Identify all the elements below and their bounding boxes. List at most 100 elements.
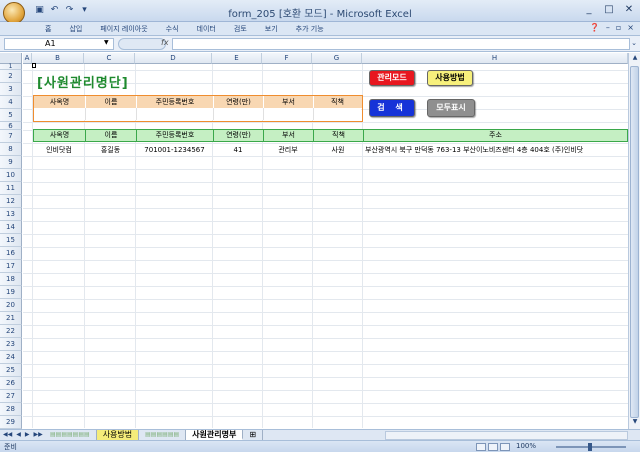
search-input-cell[interactable] — [137, 108, 214, 120]
column-header[interactable]: H — [362, 53, 628, 64]
row-header[interactable]: 21 — [0, 312, 22, 325]
row-header[interactable]: 3 — [0, 83, 22, 96]
row-header[interactable]: 16 — [0, 247, 22, 260]
row-header[interactable]: 22 — [0, 325, 22, 338]
last-sheet-icon[interactable]: ▶▶ — [33, 431, 42, 438]
row-header[interactable]: 8 — [0, 143, 22, 156]
table-cell[interactable]: 41 — [213, 144, 263, 156]
column-header[interactable]: E — [212, 53, 262, 64]
row-header[interactable]: 19 — [0, 286, 22, 299]
close-icon[interactable]: × — [627, 23, 634, 32]
search-input-cell[interactable] — [264, 108, 314, 120]
page-layout-view-icon[interactable] — [488, 443, 498, 451]
column-header[interactable]: A — [23, 53, 32, 64]
active-cell-a1[interactable] — [32, 63, 36, 68]
fx-icon[interactable]: fx — [161, 38, 169, 47]
row-header[interactable]: 26 — [0, 377, 22, 390]
row-header[interactable]: 11 — [0, 182, 22, 195]
horizontal-scrollbar[interactable] — [385, 431, 628, 440]
minimize-ribbon-icon[interactable]: – — [606, 23, 610, 32]
row-header[interactable]: 9 — [0, 156, 22, 169]
row-header[interactable]: 17 — [0, 260, 22, 273]
maximize-window-button[interactable]: □ — [604, 4, 614, 15]
scroll-thumb[interactable] — [630, 66, 639, 418]
column-header[interactable]: F — [262, 53, 312, 64]
tab-view[interactable]: 보기 — [256, 24, 287, 34]
row-header[interactable]: 18 — [0, 273, 22, 286]
search-input-cell[interactable] — [314, 108, 361, 120]
table-cell[interactable]: 관리부 — [263, 144, 313, 156]
row-header[interactable]: 13 — [0, 208, 22, 221]
next-sheet-icon[interactable]: ▶ — [25, 431, 30, 438]
tab-data[interactable]: 데이터 — [188, 24, 225, 34]
table-cell[interactable]: 사원 — [313, 144, 363, 156]
row-header[interactable]: 24 — [0, 351, 22, 364]
name-box[interactable]: A1 — [4, 38, 114, 50]
expand-formula-icon[interactable]: ⌄ — [631, 39, 637, 47]
show-all-button[interactable]: 모두표시 — [427, 99, 475, 117]
table-cell[interactable]: 701001-1234567 — [136, 144, 213, 156]
normal-view-icon[interactable] — [476, 443, 486, 451]
row-header[interactable]: 5 — [0, 109, 22, 122]
row-header[interactable]: 25 — [0, 364, 22, 377]
search-button[interactable]: 검 색 — [369, 99, 415, 117]
page-break-view-icon[interactable] — [500, 443, 510, 451]
admin-mode-button[interactable]: 관리모드 — [369, 70, 415, 86]
table-cell[interactable]: 홍길동 — [85, 144, 136, 156]
search-input-cell[interactable] — [214, 108, 264, 120]
table-cell[interactable]: 부산광역시 북구 만덕동 763-13 부산이노비즈센터 4층 404호 (주)… — [363, 144, 628, 156]
prev-sheet-icon[interactable]: ◀ — [16, 431, 21, 438]
usage-button[interactable]: 사용방법 — [427, 70, 473, 86]
column-header[interactable]: B — [32, 53, 84, 64]
list-header-cell: 직책 — [314, 130, 364, 141]
help-icon[interactable]: ❓ — [590, 23, 600, 32]
close-window-button[interactable]: ✕ — [624, 4, 634, 15]
list-header-cell: 부서 — [264, 130, 314, 141]
tab-insert[interactable]: 삽입 — [60, 24, 91, 34]
row-header[interactable]: 6 — [0, 122, 22, 130]
column-header[interactable]: D — [135, 53, 212, 64]
row-header[interactable]: 2 — [0, 70, 22, 83]
search-input-cell[interactable] — [34, 108, 86, 120]
minimize-window-button[interactable]: _ — [584, 4, 594, 15]
row-header[interactable]: 10 — [0, 169, 22, 182]
row-header[interactable]: 14 — [0, 221, 22, 234]
row-header[interactable]: 23 — [0, 338, 22, 351]
search-header-cell: 부서 — [264, 96, 314, 108]
tab-formulas[interactable]: 수식 — [157, 24, 188, 34]
zoom-slider-thumb[interactable] — [588, 443, 592, 451]
vertical-scrollbar[interactable]: ▲ ▼ — [628, 53, 640, 429]
sheet-tab-usage[interactable]: 사용방법 — [96, 430, 140, 440]
row-header[interactable]: 27 — [0, 390, 22, 403]
sheet-tab-employee-list[interactable]: 사원관리명부 — [186, 430, 244, 440]
chevron-down-icon[interactable]: ▼ — [104, 39, 109, 46]
formula-zoom-control[interactable] — [118, 38, 166, 50]
row-header[interactable]: 20 — [0, 299, 22, 312]
column-header[interactable]: G — [312, 53, 362, 64]
scroll-down-icon[interactable]: ▼ — [630, 418, 640, 428]
insert-sheet-icon[interactable]: ⊞ — [243, 430, 264, 440]
tab-review[interactable]: 검토 — [225, 24, 256, 34]
scroll-up-icon[interactable]: ▲ — [630, 54, 640, 64]
restore-icon[interactable]: ▫ — [616, 23, 621, 32]
table-cell[interactable]: 인비닷컴 — [33, 144, 85, 156]
tab-home[interactable]: 홈 — [36, 24, 60, 34]
row-header[interactable]: 7 — [0, 130, 22, 143]
worksheet-grid[interactable]: [사원관리명단] 관리모드 사용방법 검 색 모두표시 사옥명 이름 주민등록번… — [23, 64, 628, 428]
tab-add-ins[interactable]: 추가 기능 — [287, 24, 333, 34]
formula-input[interactable] — [172, 38, 630, 50]
row-header[interactable]: 29 — [0, 416, 22, 429]
row-header[interactable]: 28 — [0, 403, 22, 416]
row-header[interactable]: 4 — [0, 96, 22, 109]
tab-page-layout[interactable]: 페이지 레이아웃 — [91, 24, 156, 34]
first-sheet-icon[interactable]: ◀◀ — [3, 431, 12, 438]
sheet-tab-hidden-preview[interactable]: ▤▤▤▤▤▤ — [139, 430, 187, 440]
row-header[interactable]: 15 — [0, 234, 22, 247]
zoom-level[interactable]: 100% — [516, 442, 536, 450]
column-header[interactable]: C — [84, 53, 135, 64]
sheet-tab-hidden-preview[interactable]: ▤▤▤▤▤▤▤ — [44, 430, 97, 440]
row-header[interactable]: 12 — [0, 195, 22, 208]
table-row[interactable]: 인비닷컴 홍길동 701001-1234567 41 관리부 사원 부산광역시 … — [33, 144, 628, 156]
search-input-cell[interactable] — [86, 108, 137, 120]
ribbon: 홈 삽입 페이지 레이아웃 수식 데이터 검토 보기 추가 기능 ❓ – ▫ × — [0, 22, 640, 36]
